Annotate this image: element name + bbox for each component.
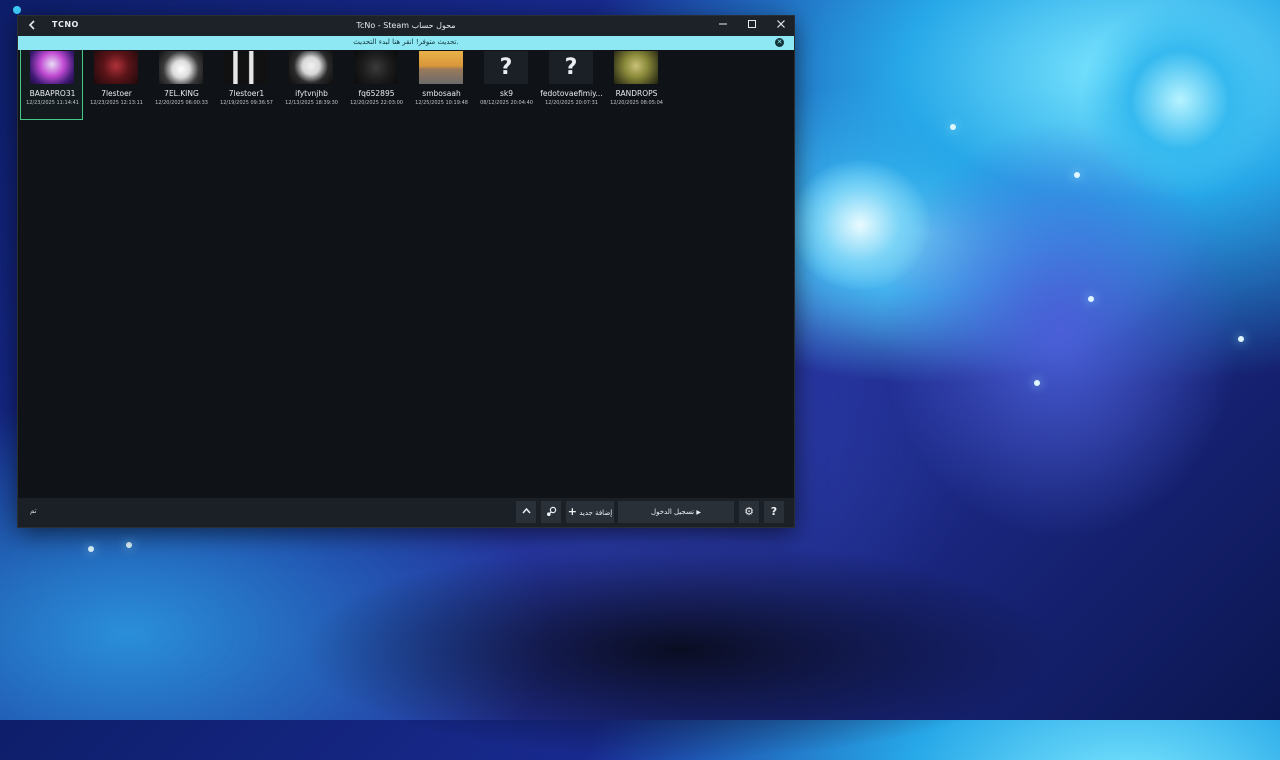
- account-last-login: 12/20/2025 20:07:31: [545, 100, 598, 106]
- account-avatar: [30, 51, 74, 84]
- account-tile-7el-king[interactable]: 7EL.KING 12/20/2025 06:00:33: [150, 50, 213, 120]
- minimize-button[interactable]: [714, 18, 732, 34]
- wallpaper-spark: [1238, 336, 1244, 342]
- plus-icon: +: [567, 505, 577, 518]
- account-tile-babapro31[interactable]: BABAPRO31 12/23/2025 11:14:41: [20, 50, 83, 120]
- account-tile-fq652895[interactable]: fq652895 12/20/2025 22:03:00: [345, 50, 408, 120]
- account-avatar: [94, 51, 138, 84]
- help-button[interactable]: ?: [764, 501, 784, 523]
- account-avatar: [419, 51, 463, 84]
- maximize-icon: [748, 20, 756, 28]
- account-tile-ifytvnjhb[interactable]: ifytvnjhb 12/13/2025 18:39:30: [280, 50, 343, 120]
- account-avatar: [354, 51, 398, 84]
- account-avatar: ?: [549, 51, 593, 84]
- wallpaper-spark: [88, 546, 94, 552]
- account-last-login: 12/23/2025 12:13:11: [90, 100, 143, 106]
- account-tile-fedotovaefimiy[interactable]: ? fedotovaefimiy... 12/20/2025 20:07:31: [540, 50, 603, 120]
- account-last-login: 12/20/2025 06:00:33: [155, 100, 208, 106]
- wallpaper-spark: [950, 124, 956, 130]
- wallpaper-spark: [1074, 172, 1080, 178]
- steam-icon: [547, 506, 557, 516]
- account-tile-smbosaah[interactable]: smbosaah 12/25/2025 10:19:48: [410, 50, 473, 120]
- account-name: 7lestoer1: [228, 89, 265, 98]
- expand-up-button[interactable]: [516, 501, 536, 523]
- wallpaper-glow: [1080, 0, 1280, 200]
- login-button[interactable]: تسجيل الدخول ▶: [618, 501, 734, 523]
- app-window: TCNO TcNo - Steam محول حساب تحديث متوفر!…: [18, 16, 794, 527]
- update-banner-text[interactable]: تحديث متوفر! انقر هنا لبدء التحديث.: [18, 38, 794, 46]
- account-tile-sk9[interactable]: ? sk9 08/12/2025 20:04:40: [475, 50, 538, 120]
- wallpaper-spark: [126, 542, 132, 548]
- titlebar: TCNO TcNo - Steam محول حساب: [18, 16, 794, 36]
- close-button[interactable]: [772, 18, 790, 34]
- account-name: RANDROPS: [615, 89, 658, 98]
- desktop-indicator-dot: [13, 6, 21, 14]
- add-new-label: إضافة جديد: [579, 509, 613, 517]
- wallpaper-spark: [1034, 380, 1040, 386]
- add-new-button[interactable]: + إضافة جديد: [566, 501, 614, 523]
- update-banner[interactable]: تحديث متوفر! انقر هنا لبدء التحديث. ✕: [18, 36, 794, 50]
- question-mark-icon: ?: [549, 51, 593, 84]
- wallpaper-shadow: [300, 540, 1060, 760]
- login-label: تسجيل الدخول: [651, 508, 695, 516]
- account-list: BABAPRO31 12/23/2025 11:14:41 7lestoer 1…: [20, 50, 792, 120]
- question-mark-icon: ?: [484, 51, 528, 84]
- account-avatar: ?: [484, 51, 528, 84]
- chevron-up-icon: [521, 507, 531, 514]
- wallpaper-glow: [790, 160, 930, 290]
- account-avatar: [614, 51, 658, 84]
- wallpaper-spark: [1088, 296, 1094, 302]
- account-name: smbosaah: [422, 89, 461, 98]
- status-text: تم: [30, 507, 37, 515]
- account-last-login: 12/25/2025 10:19:48: [415, 100, 468, 106]
- gear-icon: ⚙: [744, 505, 754, 518]
- account-tile-7lestoer[interactable]: 7lestoer 12/23/2025 12:13:11: [85, 50, 148, 120]
- steam-button[interactable]: [541, 501, 561, 523]
- close-circle-icon: ✕: [776, 38, 783, 46]
- account-avatar: [224, 51, 268, 84]
- account-name: fq652895: [358, 89, 395, 98]
- play-icon: ▶: [696, 509, 701, 516]
- wallpaper-glow: [880, 120, 1240, 540]
- account-avatar: [159, 51, 203, 84]
- account-tile-randrops[interactable]: RANDROPS 12/20/2025 08:05:04: [605, 50, 668, 120]
- account-name: 7EL.KING: [164, 89, 199, 98]
- account-name: BABAPRO31: [29, 89, 76, 98]
- minimize-icon: [719, 23, 727, 25]
- account-avatar: [289, 51, 333, 84]
- account-name: sk9: [499, 89, 514, 98]
- account-name: ifytvnjhb: [295, 89, 328, 98]
- account-last-login: 12/20/2025 08:05:04: [610, 100, 663, 106]
- window-title: TcNo - Steam محول حساب: [356, 21, 456, 30]
- account-name: fedotovaefimiy...: [540, 89, 603, 98]
- account-last-login: 12/23/2025 11:14:41: [26, 100, 79, 106]
- account-last-login: 12/13/2025 18:39:30: [285, 100, 338, 106]
- settings-button[interactable]: ⚙: [739, 501, 759, 523]
- banner-close-button[interactable]: ✕: [775, 38, 784, 47]
- account-last-login: 12/19/2025 09:36:57: [220, 100, 273, 106]
- footer-bar: تم + إضافة جديد تسجيل الدخول ▶ ⚙ ?: [18, 498, 794, 527]
- account-tile-7lestoer1[interactable]: 7lestoer1 12/19/2025 09:36:57: [215, 50, 278, 120]
- account-last-login: 12/20/2025 22:03:00: [350, 100, 403, 106]
- close-icon: [777, 20, 785, 28]
- maximize-button[interactable]: [743, 18, 761, 34]
- account-last-login: 08/12/2025 20:04:40: [480, 100, 533, 106]
- account-name: 7lestoer: [101, 89, 132, 98]
